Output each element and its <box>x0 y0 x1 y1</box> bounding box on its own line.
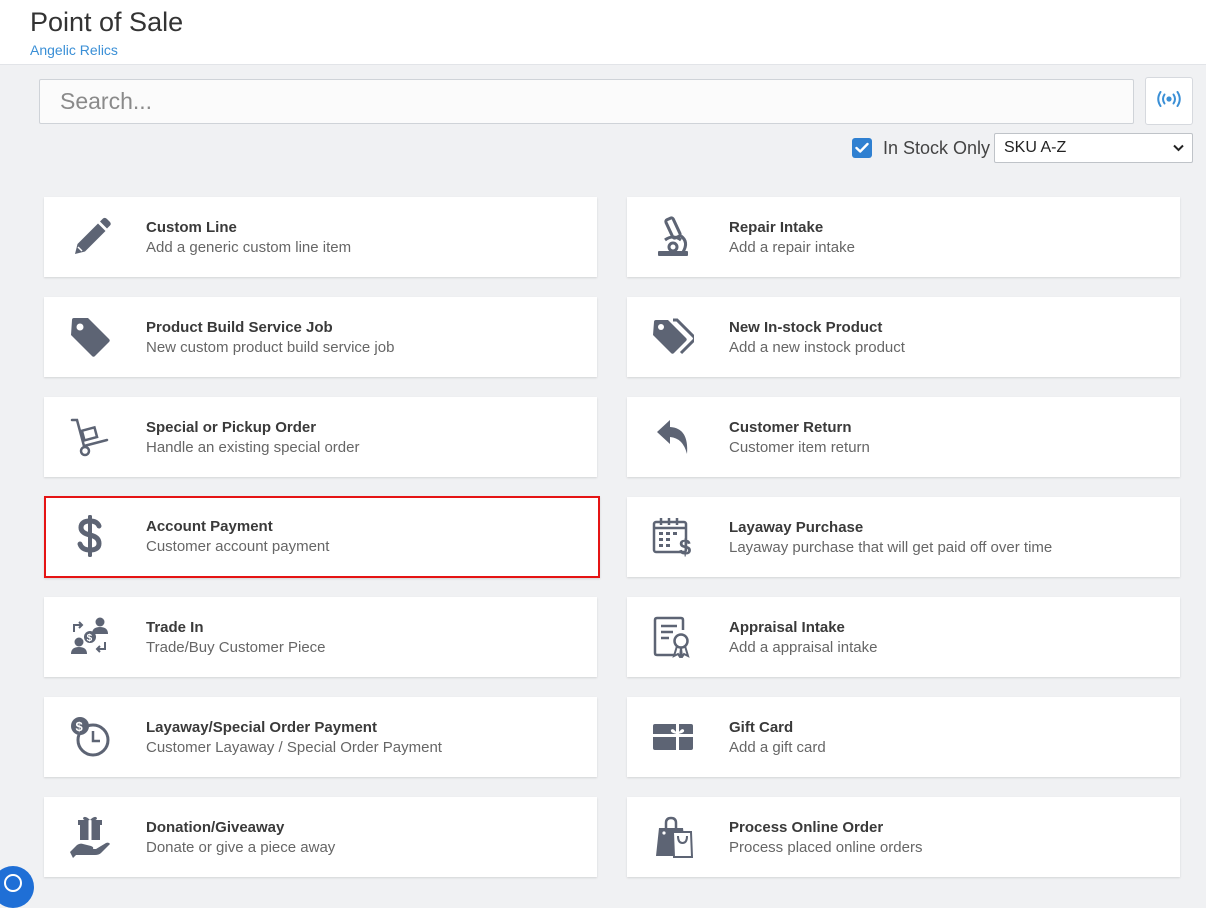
hand-gift-icon <box>68 815 112 859</box>
chevron-down-icon <box>1173 144 1184 152</box>
page-header: Point of Sale Angelic Relics <box>0 0 1206 65</box>
tag-icon <box>68 315 112 359</box>
card-title: Gift Card <box>729 719 794 736</box>
card-description: Customer account payment <box>146 538 330 555</box>
svg-text:$: $ <box>76 719 84 734</box>
svg-text:$: $ <box>87 633 93 644</box>
card-appraisal-intake[interactable]: Appraisal Intake Add a appraisal intake <box>627 597 1180 677</box>
card-title: Special or Pickup Order <box>146 419 317 436</box>
card-description: Add a gift card <box>729 739 826 756</box>
store-name: Angelic Relics <box>30 42 118 58</box>
certificate-icon <box>651 615 695 659</box>
card-trade-in[interactable]: $ Trade In Trade/Buy Customer Piece <box>44 597 597 677</box>
card-title: Account Payment <box>146 518 273 535</box>
card-title: Appraisal Intake <box>729 619 845 636</box>
card-special-or-pickup-order[interactable]: Special or Pickup Order Handle an existi… <box>44 397 597 477</box>
card-title: Layaway Purchase <box>729 519 864 536</box>
gift-card-icon <box>651 715 695 759</box>
card-process-online-order[interactable]: Process Online Order Process placed onli… <box>627 797 1180 877</box>
card-description: Process placed online orders <box>729 839 923 856</box>
card-title: New In-stock Product <box>729 319 883 336</box>
card-description: Add a new instock product <box>729 339 905 356</box>
sort-select[interactable]: SKU A-Z <box>994 133 1193 163</box>
chat-widget-button[interactable] <box>0 866 34 908</box>
card-description: Add a repair intake <box>729 239 855 256</box>
card-layaway-purchase[interactable]: $ Layaway Purchase Layaway purchase that… <box>627 497 1180 577</box>
card-description: Donate or give a piece away <box>146 839 336 856</box>
card-title: Repair Intake <box>729 219 824 236</box>
card-layaway-special-order-payment[interactable]: $ Layaway/Special Order Payment Customer… <box>44 697 597 777</box>
page-title: Point of Sale <box>30 7 184 37</box>
card-description: Add a generic custom line item <box>146 239 352 256</box>
tags-icon <box>651 315 695 359</box>
card-donation-giveaway[interactable]: Donation/Giveaway Donate or give a piece… <box>44 797 597 877</box>
card-title: Custom Line <box>146 219 237 236</box>
in-stock-label: In Stock Only <box>883 137 991 158</box>
calendar-dollar-icon: $ <box>651 515 695 559</box>
card-description: Add a appraisal intake <box>729 639 878 656</box>
pencil-icon <box>68 215 112 259</box>
clock-dollar-icon: $ <box>68 715 112 759</box>
search-input[interactable] <box>39 79 1134 124</box>
card-title: Donation/Giveaway <box>146 819 285 836</box>
in-stock-checkbox[interactable] <box>852 138 872 158</box>
broadcast-icon <box>1156 90 1182 112</box>
card-repair-intake[interactable]: Repair Intake Add a repair intake <box>627 197 1180 277</box>
card-custom-line[interactable]: Custom Line Add a generic custom line it… <box>44 197 597 277</box>
card-description: Customer item return <box>729 439 870 456</box>
dollar-icon <box>68 514 112 558</box>
card-title: Customer Return <box>729 419 852 436</box>
in-stock-filter: In Stock Only <box>852 133 990 163</box>
card-title: Product Build Service Job <box>146 319 333 336</box>
shopping-bag-icon <box>651 815 695 859</box>
card-product-build-service-job[interactable]: Product Build Service Job New custom pro… <box>44 297 597 377</box>
card-description: Layaway purchase that will get paid off … <box>729 539 1053 556</box>
card-title: Process Online Order <box>729 819 884 836</box>
scan-button[interactable] <box>1145 77 1193 125</box>
hand-truck-icon <box>68 415 112 459</box>
card-title: Layaway/Special Order Payment <box>146 719 377 736</box>
sort-selected-value: SKU A-Z <box>1004 139 1067 156</box>
trade-icon: $ <box>68 615 112 659</box>
card-account-payment[interactable]: Account Payment Customer account payment <box>44 496 600 578</box>
card-description: New custom product build service job <box>146 339 395 356</box>
checkmark-icon <box>855 142 869 153</box>
card-description: Trade/Buy Customer Piece <box>146 639 326 656</box>
card-gift-card[interactable]: Gift Card Add a gift card <box>627 697 1180 777</box>
card-title: Trade In <box>146 619 204 636</box>
card-description: Customer Layaway / Special Order Payment <box>146 739 442 756</box>
svg-text:$: $ <box>679 535 691 557</box>
card-new-in-stock-product[interactable]: New In-stock Product Add a new instock p… <box>627 297 1180 377</box>
reply-arrow-icon <box>651 415 695 459</box>
microscope-icon <box>651 215 695 259</box>
card-customer-return[interactable]: Customer Return Customer item return <box>627 397 1180 477</box>
card-description: Handle an existing special order <box>146 439 360 456</box>
